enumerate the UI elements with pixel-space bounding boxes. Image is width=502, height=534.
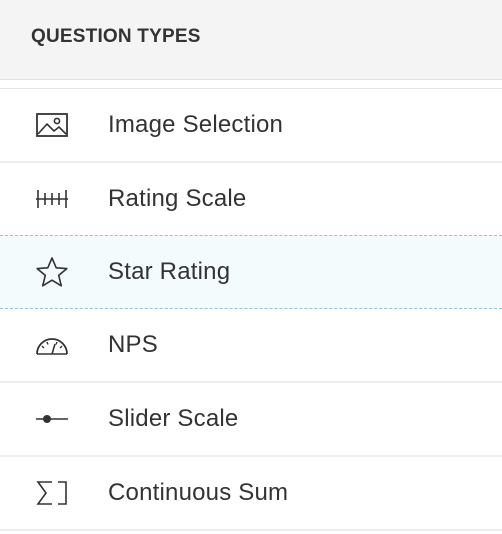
question-type-label: Rating Scale [108,185,247,212]
question-type-label: Slider Scale [108,405,239,432]
question-type-slider-scale[interactable]: Slider Scale [0,383,502,457]
question-type-label: Image Selection [108,111,284,138]
panel-title: QUESTION TYPES [31,25,201,47]
image-icon [35,110,69,140]
question-type-star-rating[interactable]: Star Rating [0,235,502,309]
question-type-rating-scale[interactable]: Rating Scale [0,163,502,237]
slider-icon [35,404,69,434]
question-type-continuous-sum[interactable]: Continuous Sum [0,457,502,531]
star-icon [35,257,69,287]
question-type-label: Star Rating [108,258,231,285]
question-type-image-selection[interactable]: Image Selection [0,89,502,163]
sum-icon [35,478,69,508]
question-types-panel: QUESTION TYPES Image Selection Rating Sc… [0,0,502,534]
header-divider [0,80,502,89]
panel-header: QUESTION TYPES [0,0,502,80]
gauge-icon [35,330,69,360]
question-type-nps[interactable]: NPS [0,309,502,383]
rating-scale-icon [35,184,69,214]
question-type-label: Continuous Sum [108,479,289,506]
question-type-label: NPS [108,331,158,358]
